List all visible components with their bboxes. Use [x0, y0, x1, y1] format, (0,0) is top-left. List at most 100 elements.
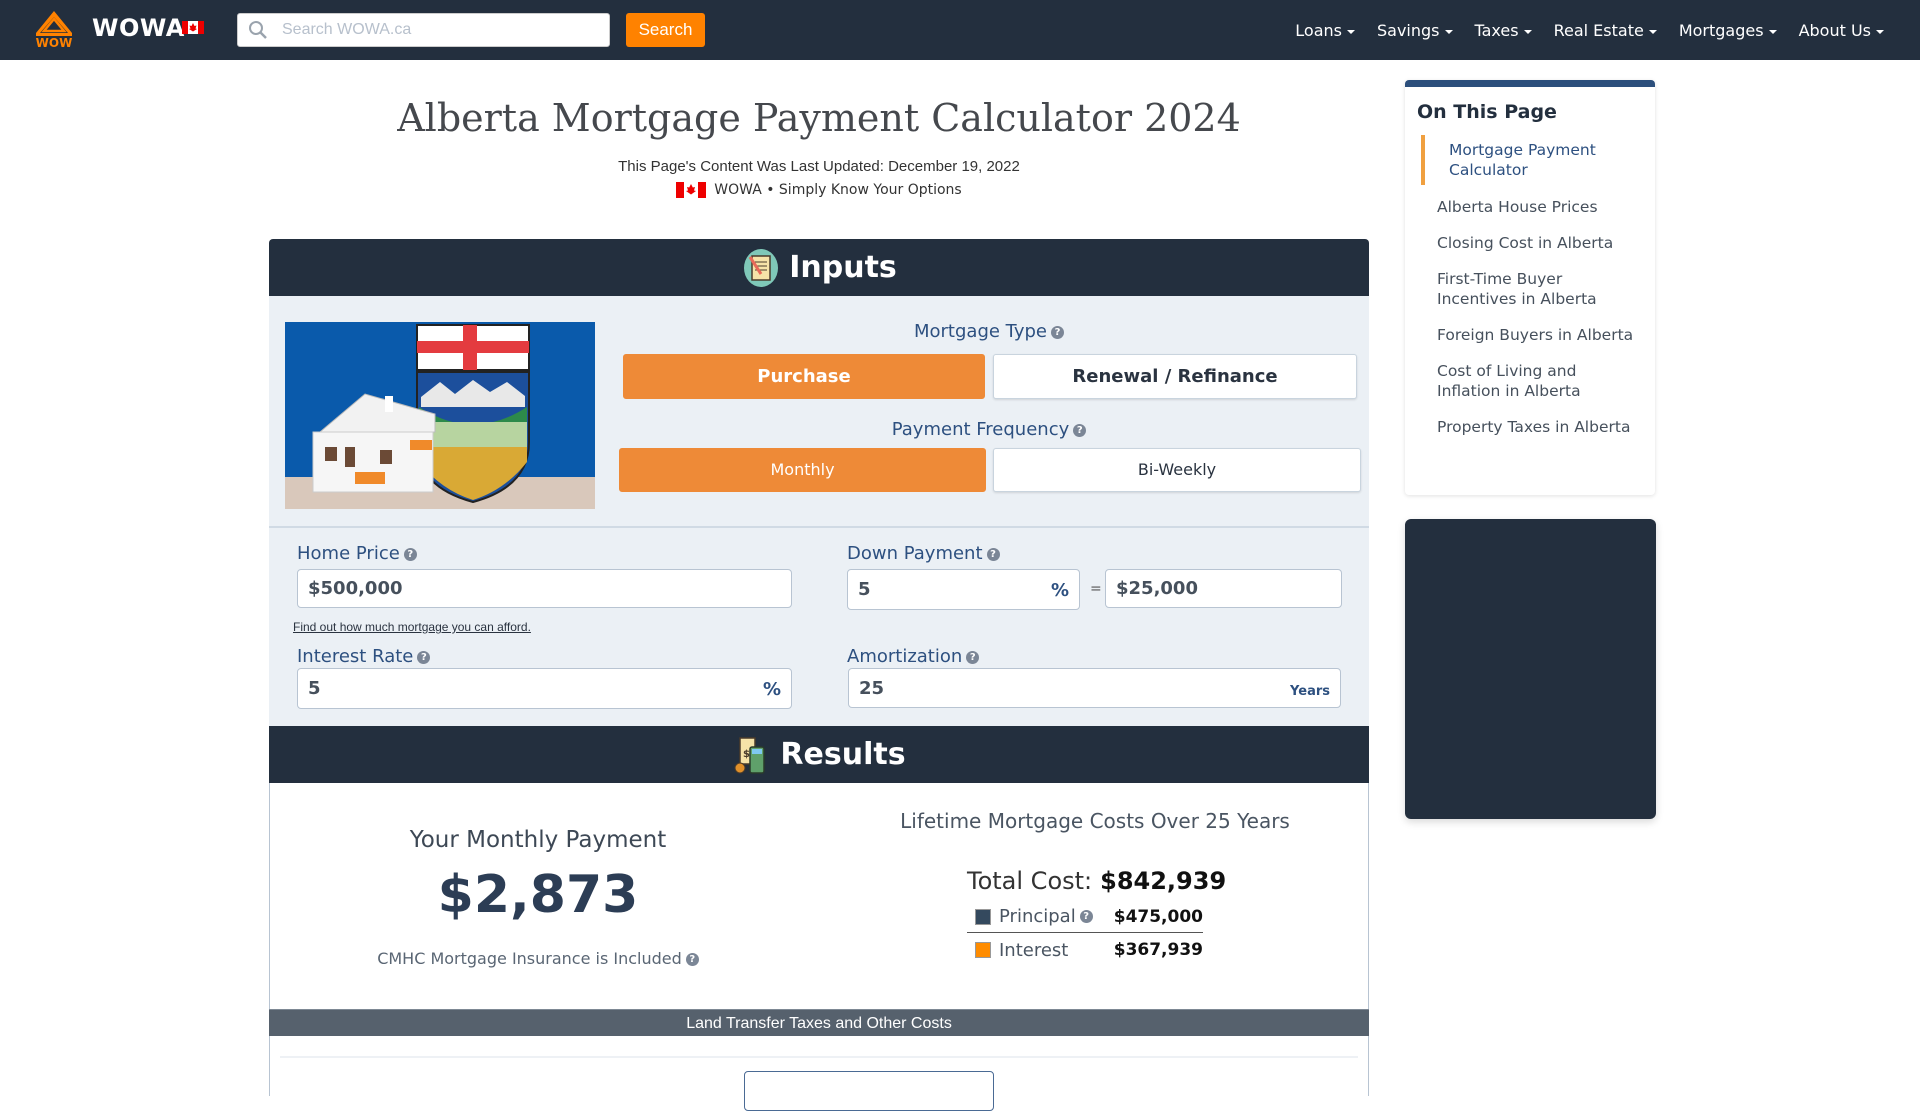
toc-item-mortgage-payment-calculator[interactable]: Mortgage Payment Calculator — [1421, 135, 1643, 185]
caret-down-icon — [1876, 29, 1884, 34]
toc-item-property-taxes[interactable]: Property Taxes in Alberta — [1421, 417, 1643, 437]
amortization-label-text: Amortization — [847, 646, 963, 667]
toc-item-cost-of-living[interactable]: Cost of Living and Inflation in Alberta — [1421, 361, 1643, 401]
calculator-receipt-icon: $ — [734, 736, 766, 774]
below-section — [269, 1036, 1369, 1111]
mortgage-type-label-text: Mortgage Type — [913, 321, 1048, 342]
down-payment-amount-field — [1105, 569, 1342, 608]
nav-about-us[interactable]: About Us — [1799, 21, 1884, 40]
canada-flag-icon — [182, 21, 204, 34]
interest-rate-input[interactable] — [308, 669, 703, 708]
partial-button[interactable] — [744, 1071, 994, 1111]
search-icon — [249, 21, 267, 39]
search-button[interactable]: Search — [626, 13, 705, 47]
home-price-field — [297, 569, 792, 608]
interest-rate-label-text: Interest Rate — [297, 646, 414, 667]
total-cost-label: Total Cost: — [967, 867, 1093, 895]
brand-name[interactable]: WOWA — [92, 14, 185, 42]
help-icon[interactable]: ? — [986, 548, 1000, 561]
home-price-label: Home Price? — [297, 543, 417, 564]
insurance-note: CMHC Mortgage Insurance is Included? — [270, 949, 806, 968]
down-payment-amount-input[interactable] — [1116, 570, 1304, 607]
land-transfer-tax-bar[interactable]: Land Transfer Taxes and Other Costs — [269, 1009, 1369, 1036]
payment-frequency-label: Payment Frequency? — [609, 419, 1369, 440]
interest-rate-label: Interest Rate? — [297, 646, 431, 667]
payment-amount: $2,873 — [437, 865, 639, 925]
nav-real-estate-label: Real Estate — [1553, 20, 1644, 40]
help-icon[interactable]: ? — [1073, 424, 1087, 437]
results-title: Results — [780, 737, 906, 772]
toc-title: On This Page — [1417, 101, 1557, 123]
insurance-note-text: CMHC Mortgage Insurance is Included — [377, 949, 682, 968]
caret-down-icon — [1768, 29, 1777, 34]
frequency-monthly-button[interactable]: Monthly — [619, 448, 986, 492]
nav-savings[interactable]: Savings — [1377, 21, 1453, 40]
inputs-title: Inputs — [789, 250, 897, 285]
toc-item-foreign-buyers[interactable]: Foreign Buyers in Alberta — [1421, 325, 1643, 345]
help-icon[interactable]: ? — [1051, 326, 1065, 339]
search-input[interactable] — [282, 14, 602, 46]
search-box — [237, 13, 610, 47]
mortgage-type-label: Mortgage Type? — [609, 321, 1369, 342]
amortization-input[interactable] — [859, 669, 1252, 707]
interest-label: Interest — [999, 939, 1069, 961]
alberta-house-image — [285, 322, 595, 509]
results-body: Your Monthly Payment $2,873 CMHC Mortgag… — [269, 783, 1369, 1009]
payment-frequency-label-text: Payment Frequency — [891, 419, 1070, 440]
svg-text:WOW: WOW — [36, 36, 73, 49]
help-icon[interactable]: ? — [966, 651, 980, 664]
toc-item-house-prices[interactable]: Alberta House Prices — [1421, 197, 1643, 217]
nav-loans-label: Loans — [1295, 20, 1342, 40]
nav-taxes-label: Taxes — [1474, 20, 1519, 40]
down-payment-label-text: Down Payment — [847, 543, 983, 564]
payment-title: Your Monthly Payment — [409, 827, 667, 853]
last-updated: This Page's Content Was Last Updated: De… — [618, 158, 1020, 175]
svg-text:$: $ — [743, 749, 750, 760]
frequency-biweekly-button[interactable]: Bi-Weekly — [993, 448, 1361, 492]
nav-mortgages-label: Mortgages — [1678, 20, 1764, 40]
equals-sign: = — [1090, 581, 1102, 597]
tagline-text: WOWA • Simply Know Your Options — [714, 182, 962, 198]
inputs-fields: Home Price? Find out how much mortgage y… — [269, 528, 1369, 726]
toc-item-first-time-buyer[interactable]: First-Time Buyer Incentives in Alberta — [1421, 269, 1643, 309]
amortization-field: Years — [848, 668, 1341, 708]
down-payment-percent-field: % — [847, 569, 1080, 610]
principal-label: Principal — [999, 906, 1076, 927]
nav-loans[interactable]: Loans — [1295, 21, 1355, 40]
help-icon[interactable]: ? — [403, 548, 417, 561]
help-icon[interactable]: ? — [685, 953, 699, 966]
toc-list: Mortgage Payment Calculator Alberta Hous… — [1421, 135, 1643, 453]
help-icon[interactable]: ? — [417, 651, 431, 664]
toc-item-closing-cost[interactable]: Closing Cost in Alberta — [1421, 233, 1643, 253]
amortization-label: Amortization? — [847, 646, 980, 667]
page-title: Alberta Mortgage Payment Calculator 2024 — [397, 96, 1241, 140]
home-price-input[interactable] — [308, 570, 703, 607]
nav-real-estate[interactable]: Real Estate — [1554, 21, 1657, 40]
nav-mortgages[interactable]: Mortgages — [1679, 21, 1777, 40]
on-this-page-box: On This Page Mortgage Payment Calculator… — [1405, 80, 1655, 495]
down-payment-percent-input[interactable] — [858, 570, 1043, 609]
inputs-header: Inputs — [269, 239, 1369, 296]
caret-down-icon — [1523, 29, 1532, 34]
calculator-panel: Inputs Mortgage Type? Purchase Renewal /… — [269, 239, 1369, 1111]
help-icon[interactable]: ? — [1079, 910, 1093, 923]
tagline: WOWA • Simply Know Your Options — [270, 182, 1368, 198]
percent-unit: % — [1050, 580, 1069, 601]
notepad-pencil-icon — [744, 248, 779, 287]
interest-row: Interest $367,939 — [967, 934, 1203, 966]
divider — [280, 1056, 1358, 1058]
principal-swatch — [975, 908, 991, 925]
wowa-logo-icon[interactable]: WOW — [30, 9, 78, 49]
interest-value: $367,939 — [1113, 940, 1203, 960]
down-payment-label: Down Payment? — [847, 543, 1000, 564]
lifetime-costs-title: Lifetime Mortgage Costs Over 25 Years — [900, 809, 1290, 833]
percent-unit: % — [762, 679, 781, 700]
mortgage-type-renewal-button[interactable]: Renewal / Refinance — [993, 354, 1357, 399]
top-navbar: WOW WOWA Search Loans Savings Taxes Real… — [0, 0, 1920, 60]
mortgage-type-purchase-button[interactable]: Purchase — [623, 354, 985, 399]
caret-down-icon — [1346, 29, 1355, 34]
principal-row: Principal? $475,000 — [967, 901, 1203, 933]
nav-menu: Loans Savings Taxes Real Estate Mortgage… — [1295, 0, 1884, 60]
nav-taxes[interactable]: Taxes — [1475, 21, 1532, 40]
afford-link[interactable]: Find out how much mortgage you can affor… — [293, 620, 531, 634]
